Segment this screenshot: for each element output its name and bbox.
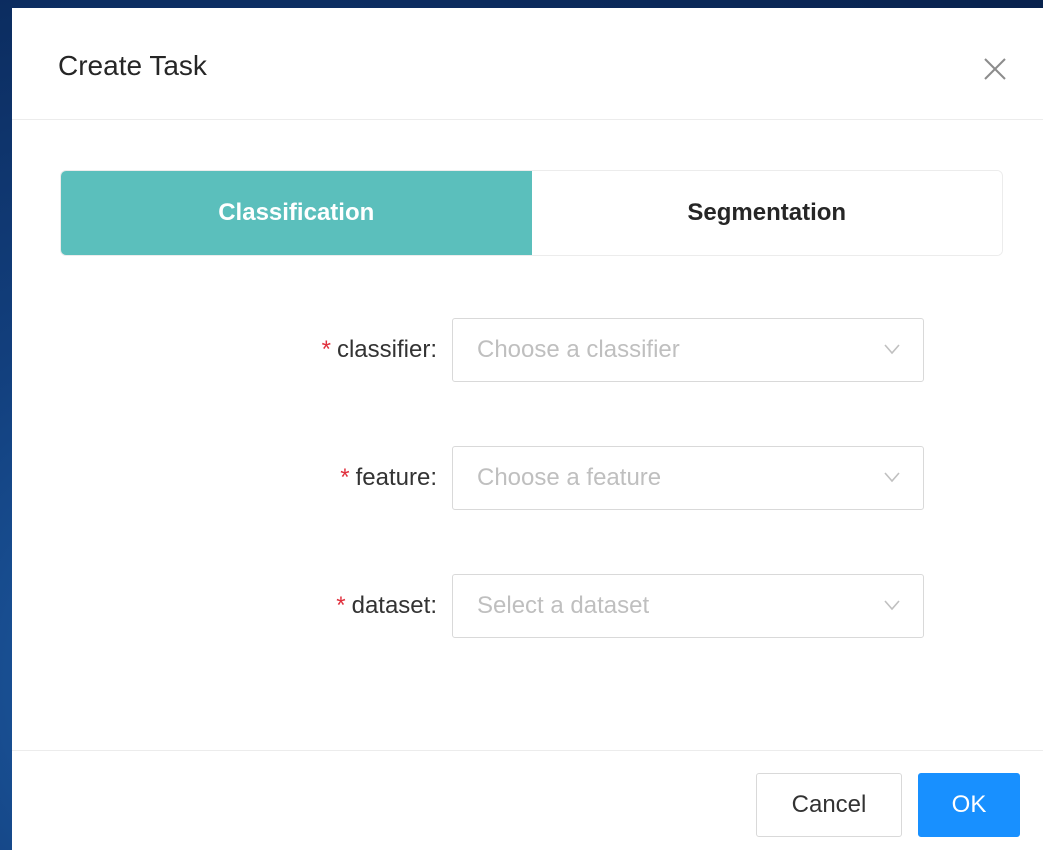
dataset-select[interactable]: Select a dataset xyxy=(452,574,924,638)
close-icon xyxy=(984,58,1006,80)
classifier-placeholder: Choose a classifier xyxy=(477,336,680,363)
required-mark: * xyxy=(321,336,331,363)
tab-classification[interactable]: Classification xyxy=(61,171,532,255)
ok-button[interactable]: OK xyxy=(918,773,1020,837)
cancel-button[interactable]: Cancel xyxy=(756,773,902,837)
classifier-row: * classifier: Choose a classifier xyxy=(12,318,1043,382)
modal-footer: Cancel OK xyxy=(12,750,1043,850)
classifier-select[interactable]: Choose a classifier xyxy=(452,318,924,382)
feature-select[interactable]: Choose a feature xyxy=(452,446,924,510)
dataset-row: * dataset: Select a dataset xyxy=(12,574,1043,638)
feature-label-text: feature: xyxy=(355,464,437,491)
chevron-down-icon xyxy=(883,471,901,483)
required-mark: * xyxy=(340,464,350,491)
chevron-down-icon xyxy=(883,343,901,355)
required-mark: * xyxy=(336,592,346,619)
dataset-label: * dataset: xyxy=(336,574,437,638)
dataset-label-text: dataset: xyxy=(351,592,437,619)
classifier-label-text: classifier: xyxy=(336,336,437,363)
chevron-down-icon xyxy=(883,599,901,611)
create-task-modal: Create Task Classification Segmentation … xyxy=(12,8,1043,850)
dataset-placeholder: Select a dataset xyxy=(477,592,650,619)
tab-segmentation[interactable]: Segmentation xyxy=(531,171,1002,255)
task-type-tabs: Classification Segmentation xyxy=(60,170,1003,256)
classifier-label: * classifier: xyxy=(322,318,437,382)
close-button[interactable] xyxy=(978,52,1012,86)
modal-header: Create Task xyxy=(12,8,1043,120)
modal-title: Create Task xyxy=(58,50,207,81)
feature-placeholder: Choose a feature xyxy=(477,464,662,491)
feature-row: * feature: Choose a feature xyxy=(12,446,1043,510)
feature-label: * feature: xyxy=(340,446,437,510)
